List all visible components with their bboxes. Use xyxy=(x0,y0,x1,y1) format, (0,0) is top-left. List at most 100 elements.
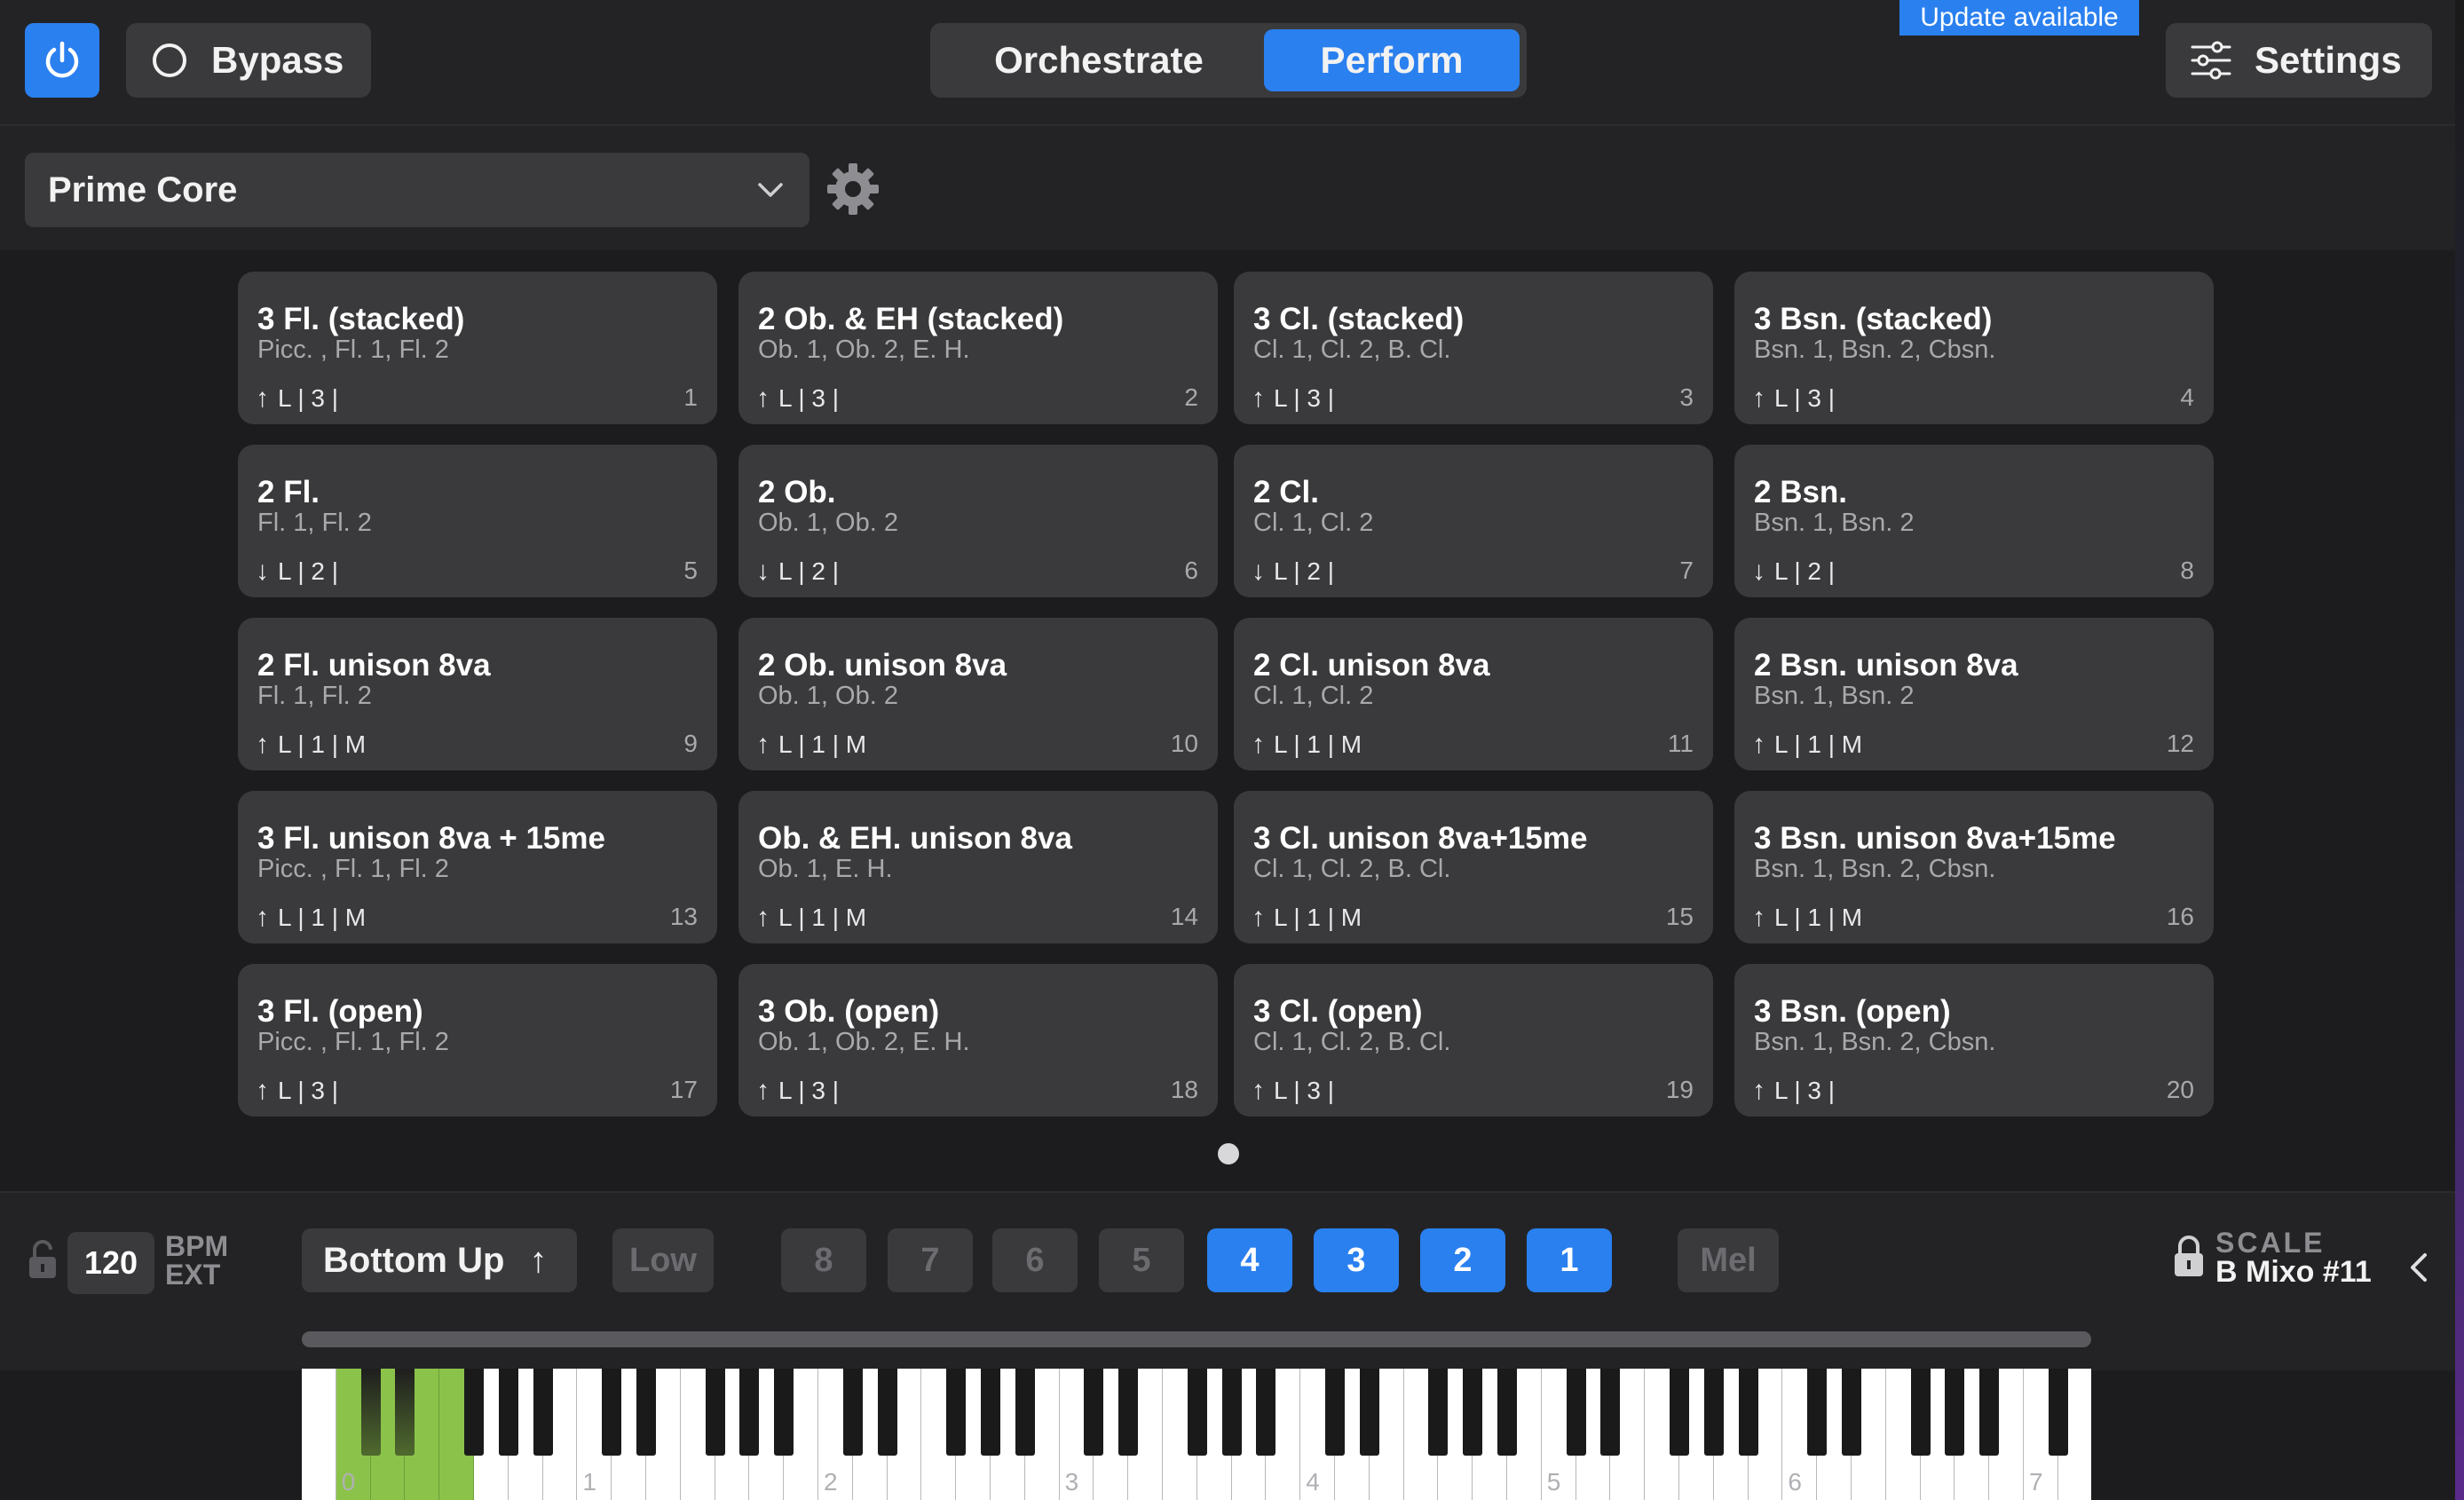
card-number: 8 xyxy=(2180,557,2194,584)
articulation-card[interactable]: 3 Cl. (open) Cl. 1, Cl. 2, B. Cl. ↑ L | 3 |… xyxy=(1234,964,1713,1117)
black-key[interactable] xyxy=(533,1369,553,1456)
articulation-card[interactable]: 2 Fl. Fl. 1, Fl. 2 ↓ L | 2 | 5 xyxy=(238,445,717,597)
voice-button-5[interactable]: 5 xyxy=(1099,1228,1184,1292)
black-key[interactable] xyxy=(946,1369,967,1456)
unlock-icon[interactable] xyxy=(27,1239,59,1280)
articulation-card[interactable]: 2 Cl. Cl. 1, Cl. 2 ↓ L | 2 | 7 xyxy=(1234,445,1713,597)
card-voicing: ↓ L | 2 | xyxy=(1752,557,1835,587)
black-key[interactable] xyxy=(1910,1369,1931,1456)
black-key[interactable] xyxy=(877,1369,897,1456)
card-voicing: ↑ L | 1 | M xyxy=(756,903,866,933)
black-key[interactable] xyxy=(1325,1369,1345,1456)
articulation-card[interactable]: 2 Ob. Ob. 1, Ob. 2 ↓ L | 2 | 6 xyxy=(738,445,1218,597)
tab-orchestrate[interactable]: Orchestrate xyxy=(937,29,1260,91)
card-voicing: ↑ L | 1 | M xyxy=(256,903,366,933)
black-key[interactable] xyxy=(774,1369,794,1456)
black-key[interactable] xyxy=(1703,1369,1724,1456)
articulation-card[interactable]: 3 Bsn. (stacked) Bsn. 1, Bsn. 2, Cbsn. ↑ L … xyxy=(1734,272,2214,424)
black-key[interactable] xyxy=(1463,1369,1483,1456)
black-key[interactable] xyxy=(1738,1369,1758,1456)
voice-button-1[interactable]: 1 xyxy=(1527,1228,1612,1292)
octave-label: 6 xyxy=(1788,1468,1802,1496)
arrow-up-icon: ↑ xyxy=(256,903,269,932)
black-key[interactable] xyxy=(1084,1369,1104,1456)
preset-dropdown[interactable]: Prime Core xyxy=(25,153,809,227)
voice-button-7[interactable]: 7 xyxy=(888,1228,973,1292)
articulation-card[interactable]: 3 Fl. unison 8va + 15me Picc. , Fl. 1, Fl… xyxy=(238,791,717,943)
scale-value[interactable]: B Mixo #11 xyxy=(2215,1255,2372,1290)
voice-button-3[interactable]: 3 xyxy=(1314,1228,1399,1292)
chevron-left-icon[interactable] xyxy=(2405,1250,2430,1285)
articulation-card[interactable]: 2 Fl. unison 8va Fl. 1, Fl. 2 ↑ L | 1 | M 9 xyxy=(238,618,717,770)
card-title: 3 Ob. (open) xyxy=(758,994,940,1029)
voice-button-8[interactable]: 8 xyxy=(781,1228,866,1292)
black-key[interactable] xyxy=(705,1369,725,1456)
articulation-card[interactable]: 3 Bsn. unison 8va+15me Bsn. 1, Bsn. 2, Cb… xyxy=(1734,791,2214,943)
articulation-card[interactable]: 2 Bsn. Bsn. 1, Bsn. 2 ↓ L | 2 | 8 xyxy=(1734,445,2214,597)
lock-icon[interactable] xyxy=(2171,1234,2207,1278)
black-key[interactable] xyxy=(602,1369,622,1456)
black-key[interactable] xyxy=(360,1369,381,1456)
articulation-card[interactable]: 3 Ob. (open) Ob. 1, Ob. 2, E. H. ↑ L | 3 | 1… xyxy=(738,964,1218,1117)
black-key[interactable] xyxy=(464,1369,484,1456)
black-key[interactable] xyxy=(1359,1369,1379,1456)
card-meta-text: L | 1 | M xyxy=(1274,904,1362,931)
gear-icon[interactable] xyxy=(825,162,881,217)
black-key[interactable] xyxy=(2048,1369,2068,1456)
black-key[interactable] xyxy=(498,1369,518,1456)
articulation-card[interactable]: 3 Fl. (open) Picc. , Fl. 1, Fl. 2 ↑ L | 3 |… xyxy=(238,964,717,1117)
articulation-card[interactable]: 3 Cl. unison 8va+15me Cl. 1, Cl. 2, B. Cl… xyxy=(1234,791,1713,943)
black-key[interactable] xyxy=(1497,1369,1517,1456)
articulation-card[interactable]: 2 Cl. unison 8va Cl. 1, Cl. 2 ↑ L | 1 | M 11 xyxy=(1234,618,1713,770)
black-key[interactable] xyxy=(1428,1369,1449,1456)
bpm-value[interactable]: 120 xyxy=(67,1232,154,1294)
articulation-card[interactable]: Ob. & EH. unison 8va Ob. 1, E. H. ↑ L | 1 |… xyxy=(738,791,1218,943)
voice-button-6[interactable]: 6 xyxy=(992,1228,1078,1292)
black-key[interactable] xyxy=(1566,1369,1586,1456)
power-button[interactable] xyxy=(25,23,99,98)
voicing-direction-button[interactable]: Bottom Up ↑ xyxy=(302,1228,577,1292)
black-key[interactable] xyxy=(1807,1369,1828,1456)
black-key[interactable] xyxy=(395,1369,415,1456)
card-title: 2 Fl. xyxy=(257,475,320,509)
melody-button[interactable]: Mel xyxy=(1678,1228,1779,1292)
voice-button-2[interactable]: 2 xyxy=(1420,1228,1505,1292)
page-indicator-dot[interactable] xyxy=(1218,1143,1239,1164)
black-key[interactable] xyxy=(1600,1369,1621,1456)
black-key[interactable] xyxy=(1945,1369,1965,1456)
keyboard-scrollbar[interactable] xyxy=(302,1331,2091,1347)
articulation-card[interactable]: 2 Ob. & EH (stacked) Ob. 1, Ob. 2, E. H. ↑… xyxy=(738,272,1218,424)
black-key[interactable] xyxy=(636,1369,656,1456)
black-key[interactable] xyxy=(1979,1369,2000,1456)
low-button[interactable]: Low xyxy=(612,1228,714,1292)
card-title: 3 Bsn. (stacked) xyxy=(1754,302,1993,336)
tab-perform[interactable]: Perform xyxy=(1264,29,1520,91)
card-voicing: ↑ L | 3 | xyxy=(756,383,839,414)
articulation-card[interactable]: 3 Fl. (stacked) Picc. , Fl. 1, Fl. 2 ↑ L | … xyxy=(238,272,717,424)
black-key[interactable] xyxy=(981,1369,1000,1456)
update-available-badge[interactable]: Update available xyxy=(1899,0,2139,36)
white-key[interactable] xyxy=(302,1369,336,1500)
black-key[interactable] xyxy=(1118,1369,1139,1456)
card-instruments: Ob. 1, Ob. 2 xyxy=(758,509,898,537)
articulation-card[interactable]: 3 Bsn. (open) Bsn. 1, Bsn. 2, Cbsn. ↑ L | 3… xyxy=(1734,964,2214,1117)
piano-keyboard[interactable]: 0 1 2 3 4 5 6 7 xyxy=(302,1369,2091,1500)
voice-button-4[interactable]: 4 xyxy=(1207,1228,1292,1292)
settings-button[interactable]: Settings xyxy=(2166,23,2432,98)
black-key[interactable] xyxy=(739,1369,760,1456)
card-number: 18 xyxy=(1170,1076,1198,1103)
octave-label: 2 xyxy=(824,1468,838,1496)
black-key[interactable] xyxy=(1842,1369,1861,1456)
black-key[interactable] xyxy=(1670,1369,1689,1456)
articulation-card[interactable]: 2 Bsn. unison 8va Bsn. 1, Bsn. 2 ↑ L | 1 | … xyxy=(1734,618,2214,770)
card-instruments: Cl. 1, Cl. 2, B. Cl. xyxy=(1253,855,1451,883)
black-key[interactable] xyxy=(1256,1369,1276,1456)
black-key[interactable] xyxy=(1015,1369,1035,1456)
articulation-card[interactable]: 2 Ob. unison 8va Ob. 1, Ob. 2 ↑ L | 1 | M 10 xyxy=(738,618,1218,770)
articulation-card[interactable]: 3 Cl. (stacked) Cl. 1, Cl. 2, B. Cl. ↑ L | … xyxy=(1234,272,1713,424)
black-key[interactable] xyxy=(1221,1369,1242,1456)
black-key[interactable] xyxy=(1187,1369,1207,1456)
black-key[interactable] xyxy=(842,1369,863,1456)
bypass-button[interactable]: Bypass xyxy=(126,23,371,98)
card-instruments: Bsn. 1, Bsn. 2, Cbsn. xyxy=(1754,1028,1996,1056)
